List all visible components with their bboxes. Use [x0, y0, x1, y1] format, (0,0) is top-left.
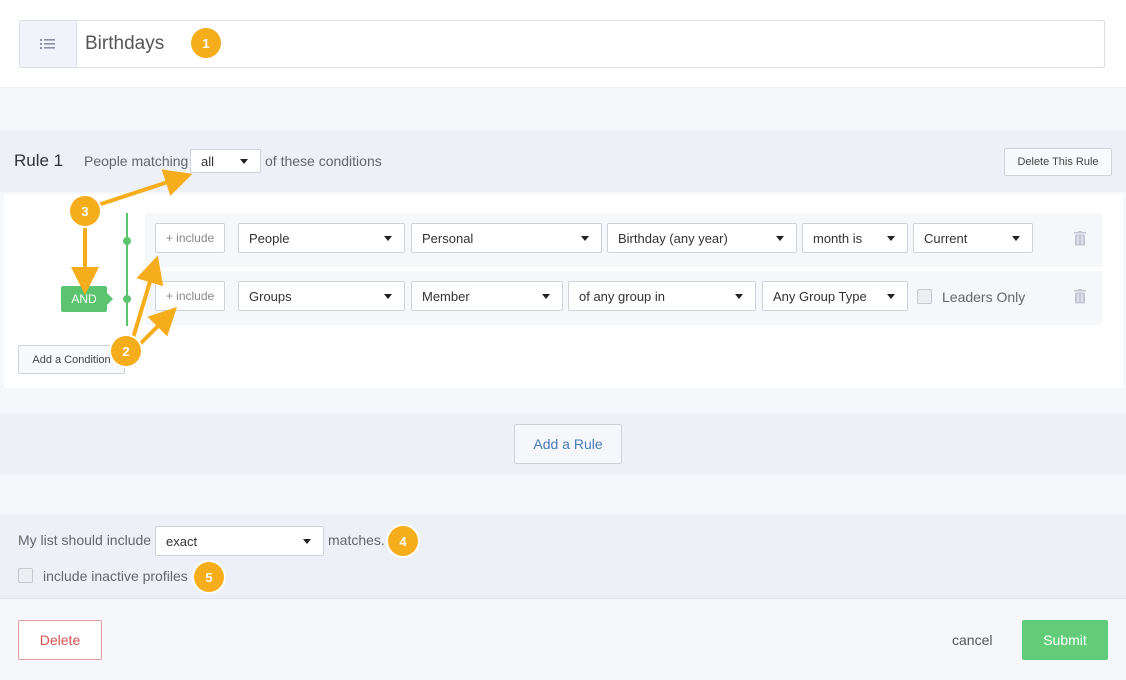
trash-icon[interactable] — [1074, 231, 1086, 246]
chevron-down-icon — [303, 539, 311, 544]
chevron-down-icon — [1012, 236, 1020, 241]
chevron-down-icon — [887, 236, 895, 241]
match-mode-select[interactable]: all — [190, 149, 261, 173]
annotation-badge: 5 — [194, 562, 224, 592]
list-name-value[interactable]: Birthdays — [85, 33, 164, 55]
condition-select[interactable]: Any Group Type — [762, 281, 908, 311]
include-button[interactable]: + include — [155, 281, 225, 311]
add-condition-button[interactable]: Add a Condition — [18, 345, 125, 374]
annotation-badge: 2 — [111, 336, 141, 366]
list-name-field[interactable]: Birthdays — [19, 20, 1105, 68]
select-value: Personal — [422, 230, 474, 246]
chevron-down-icon — [384, 236, 392, 241]
select-value: Current — [924, 230, 968, 246]
annotation-badge: 1 — [191, 28, 221, 58]
delete-list-button[interactable]: Delete — [18, 620, 102, 660]
include-prefix-text: My list should include — [18, 532, 152, 548]
include-button[interactable]: + include — [155, 223, 225, 253]
chevron-down-icon — [240, 159, 248, 164]
match-mode-value: all — [201, 153, 215, 169]
add-rule-button[interactable]: Add a Rule — [514, 424, 622, 464]
rule-title: Rule 1 — [14, 151, 64, 170]
condition-select[interactable]: Member — [411, 281, 563, 311]
select-value: Any Group Type — [773, 288, 867, 304]
include-suffix-text: matches. — [328, 532, 385, 548]
chevron-down-icon — [735, 294, 743, 299]
match-type-value: exact — [166, 533, 198, 549]
condition-select[interactable]: Personal — [411, 223, 602, 253]
leaders-only-label: Leaders Only — [942, 289, 1026, 305]
condition-select[interactable]: Birthday (any year) — [607, 223, 797, 253]
connector-dot — [123, 295, 131, 303]
leaders-only-checkbox[interactable] — [917, 289, 932, 304]
chevron-down-icon — [542, 294, 550, 299]
match-type-select[interactable]: exact — [155, 526, 324, 556]
annotation-badge: 4 — [388, 526, 418, 556]
rule-suffix-text: of these conditions — [265, 153, 382, 169]
include-inactive-checkbox[interactable] — [18, 568, 33, 583]
chevron-down-icon — [776, 236, 784, 241]
condition-select[interactable]: People — [238, 223, 405, 253]
connector-line — [126, 213, 128, 326]
submit-button[interactable]: Submit — [1022, 620, 1108, 660]
condition-select[interactable]: Groups — [238, 281, 405, 311]
list-icon — [20, 21, 77, 67]
and-connector-badge[interactable]: AND — [61, 286, 113, 312]
chevron-down-icon — [581, 236, 589, 241]
include-inactive-label: include inactive profiles — [43, 568, 188, 584]
chevron-down-icon — [384, 294, 392, 299]
rule-prefix-text: People matching — [84, 153, 189, 169]
condition-select[interactable]: Current — [913, 223, 1033, 253]
select-value: Birthday (any year) — [618, 230, 728, 246]
annotation-badge: 3 — [70, 196, 100, 226]
select-value: month is — [813, 230, 863, 246]
condition-select[interactable]: month is — [802, 223, 908, 253]
trash-icon[interactable] — [1074, 289, 1086, 304]
condition-select[interactable]: of any group in — [568, 281, 756, 311]
select-value: Groups — [249, 288, 292, 304]
select-value: of any group in — [579, 288, 666, 304]
select-value: Member — [422, 288, 470, 304]
delete-rule-button[interactable]: Delete This Rule — [1004, 148, 1112, 176]
connector-dot — [123, 237, 131, 245]
cancel-link[interactable]: cancel — [952, 632, 992, 648]
select-value: People — [249, 230, 290, 246]
chevron-down-icon — [887, 294, 895, 299]
